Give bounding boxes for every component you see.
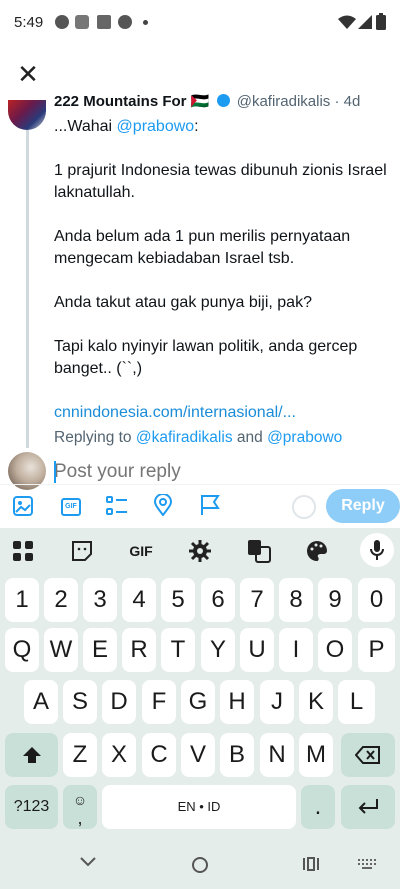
mic-icon[interactable] [360,533,394,567]
tweet-paragraph: Anda takut atau gak punya biji, pak? [54,294,312,311]
nav-home-icon[interactable] [191,856,209,874]
key-r[interactable]: R [122,628,156,672]
key-0[interactable]: 0 [358,578,395,622]
tweet-link[interactable]: cnnindonesia.com/internasional/... [54,402,392,424]
key-y[interactable]: Y [201,628,235,672]
mention-prabowo[interactable]: @prabowo [117,118,195,135]
sticker-icon[interactable] [71,540,93,562]
mention-kafiradikalis[interactable]: @kafiradikalis [136,429,233,446]
tweet-greeting: ...Wahai @prabowo: [54,118,199,135]
space-key[interactable]: EN • ID [102,785,296,829]
vpn-notification-icon [75,15,89,29]
key-d[interactable]: D [102,680,136,724]
key-n[interactable]: N [260,733,294,777]
text-cursor [54,461,56,483]
key-6[interactable]: 6 [201,578,235,622]
replying-to: Replying to @kafiradikalis and @prabowo [54,429,343,446]
key-p[interactable]: P [358,628,395,672]
status-time: 5:49 [14,14,44,31]
key-m[interactable]: M [299,733,333,777]
tweet-paragraph: Tapi kalo nyinyir lawan politik, anda ge… [54,338,358,377]
key-4[interactable]: 4 [122,578,156,622]
key-5[interactable]: 5 [161,578,195,622]
shift-key[interactable] [5,733,58,777]
close-icon[interactable]: ✕ [14,60,42,88]
screenshot-notification-icon [97,15,111,29]
key-b[interactable]: B [220,733,254,777]
key-x[interactable]: X [102,733,136,777]
signal-icon [358,15,372,29]
reply-input[interactable] [54,458,354,486]
key-v[interactable]: V [181,733,215,777]
key-u[interactable]: U [240,628,274,672]
tweet-paragraph: 1 prajurit Indonesia tewas dibunuh zioni… [54,162,387,201]
gif-keyboard-button[interactable]: GIF [126,539,156,563]
thread-line [26,128,29,448]
key-t[interactable]: T [161,628,195,672]
tweet-text: ...Wahai @prabowo: 1 prajurit Indonesia … [54,116,392,446]
nav-back-icon[interactable] [80,857,96,867]
key-j[interactable]: J [260,680,294,724]
verified-badge-icon [216,94,230,107]
apps-grid-icon[interactable] [12,540,34,562]
battery-icon [376,13,386,30]
key-k[interactable]: K [299,680,333,724]
key-q[interactable]: Q [5,628,39,672]
key-1[interactable]: 1 [5,578,39,622]
theme-palette-icon[interactable] [306,540,328,562]
message-notification-icon [55,15,69,29]
more-notifications-dot [143,20,148,25]
author-handle-time: @kafiradikalis · 4d [236,93,361,110]
image-icon[interactable] [13,496,33,516]
backspace-key[interactable] [341,733,395,777]
key-l[interactable]: L [338,680,375,724]
tweet-paragraph: Anda belum ada 1 pun merilis pernyataan … [54,228,351,267]
key-f[interactable]: F [142,680,176,724]
mention-prabowo-reply[interactable]: @prabowo [267,429,342,446]
enter-key[interactable] [341,785,395,829]
location-icon[interactable] [154,494,172,516]
key-h[interactable]: H [220,680,254,724]
key-e[interactable]: E [83,628,117,672]
emoji-comma-key[interactable]: ☺, [63,785,97,829]
gif-icon[interactable]: GIF [61,498,81,516]
key-3[interactable]: 3 [83,578,117,622]
key-o[interactable]: O [318,628,352,672]
poll-icon[interactable] [106,496,128,516]
key-9[interactable]: 9 [318,578,352,622]
translate-icon[interactable] [247,539,271,563]
reply-button[interactable]: Reply [326,489,400,523]
key-z[interactable]: Z [63,733,97,777]
key-7[interactable]: 7 [240,578,274,622]
key-c[interactable]: C [142,733,176,777]
tweet-header: 222 Mountains For 🇵🇸 @kafiradikalis · 4d [54,92,394,110]
app-notification-icon [118,15,132,29]
key-g[interactable]: G [181,680,215,724]
author-avatar[interactable] [8,100,46,130]
emoji-icon: ☺ [72,792,88,808]
keyboard-switch-icon[interactable] [358,859,376,869]
symbols-key[interactable]: ?123 [5,785,58,829]
flag-icon[interactable] [200,494,220,516]
period-key[interactable]: . [301,785,335,829]
character-count-circle [292,495,316,519]
author-name[interactable]: 222 Mountains For 🇵🇸 [54,93,209,110]
key-2[interactable]: 2 [44,578,78,622]
nav-recents-icon[interactable] [302,856,320,872]
key-s[interactable]: S [63,680,97,724]
key-i[interactable]: I [279,628,313,672]
settings-icon[interactable] [189,540,211,562]
key-w[interactable]: W [44,628,78,672]
wifi-icon [338,15,356,29]
key-a[interactable]: A [24,680,58,724]
key-8[interactable]: 8 [279,578,313,622]
